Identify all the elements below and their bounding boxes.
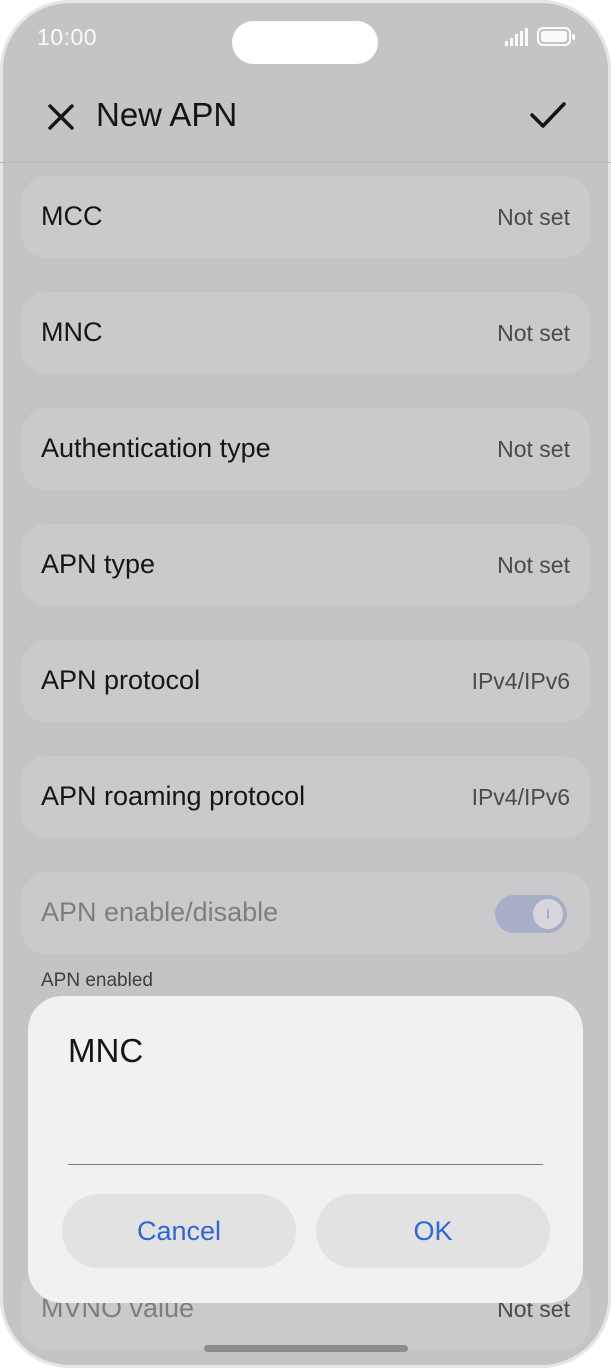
row-value: Not set (497, 320, 570, 346)
mnc-dialog: MNC Cancel OK (28, 996, 583, 1303)
close-icon[interactable] (44, 100, 78, 134)
row-label: APN enable/disable (41, 897, 279, 927)
check-icon[interactable] (528, 98, 568, 132)
row-value: Not set (497, 552, 570, 578)
row-label: APN protocol (41, 665, 201, 695)
ok-button[interactable]: OK (316, 1194, 550, 1268)
phone-screen: 10:00 New APN MCC Not set MNC Not set Au… (0, 0, 611, 1368)
row-value: Not set (497, 436, 570, 462)
battery-icon (537, 27, 575, 46)
setting-row-apn-roaming-protocol[interactable]: APN roaming protocol IPv4/IPv6 (21, 756, 590, 838)
app-bar (0, 80, 611, 163)
row-label: MCC (41, 201, 103, 231)
cancel-button[interactable]: Cancel (62, 1194, 296, 1268)
setting-row-mnc[interactable]: MNC Not set (21, 292, 590, 374)
apn-enable-toggle[interactable] (495, 895, 567, 933)
row-value: IPv4/IPv6 (471, 668, 570, 694)
signal-icon (505, 28, 528, 46)
setting-row-apn-protocol[interactable]: APN protocol IPv4/IPv6 (21, 640, 590, 722)
apn-enabled-caption: APN enabled (41, 970, 153, 991)
status-bar: 10:00 (0, 0, 611, 80)
setting-row-apn-type[interactable]: APN type Not set (21, 524, 590, 606)
row-value: Not set (497, 204, 570, 230)
status-time: 10:00 (37, 24, 98, 50)
toggle-knob (533, 899, 563, 929)
row-label: APN type (41, 549, 156, 579)
row-label: APN roaming protocol (41, 781, 306, 811)
dialog-title: MNC (68, 1032, 144, 1069)
home-indicator[interactable] (204, 1345, 408, 1352)
setting-row-mcc[interactable]: MCC Not set (21, 176, 590, 258)
dynamic-island (232, 21, 378, 64)
mnc-input[interactable] (68, 1104, 543, 1165)
row-value: IPv4/IPv6 (471, 784, 570, 810)
row-label: MNC (41, 317, 103, 347)
row-label: Authentication type (41, 433, 271, 463)
page-title: New APN (96, 96, 238, 133)
setting-row-authentication-type[interactable]: Authentication type Not set (21, 408, 590, 490)
setting-row-apn-enable-disable: APN enable/disable (21, 872, 590, 954)
